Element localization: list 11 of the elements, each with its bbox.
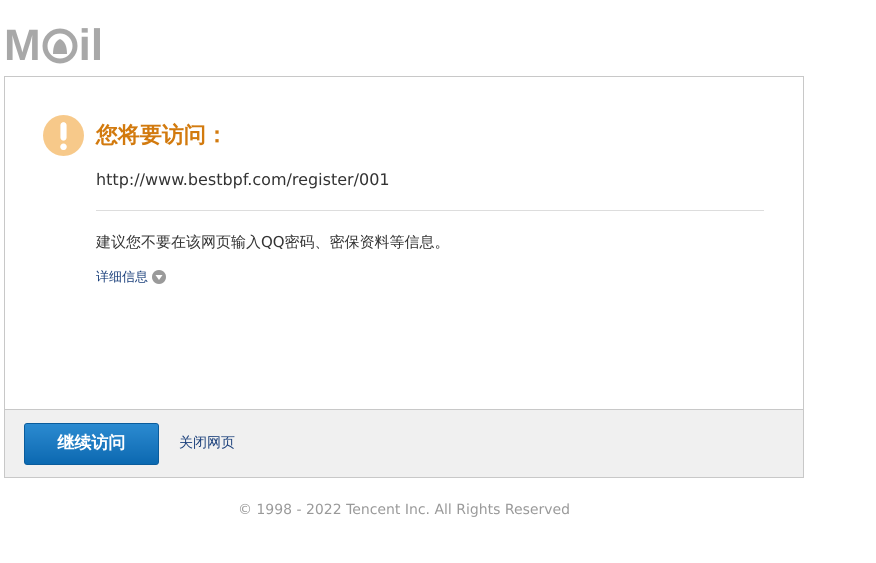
warning-title: 您将要访问：: [96, 122, 228, 150]
continue-button[interactable]: 继续访问: [24, 422, 159, 464]
copyright-text: © 1998 - 2022 Tencent Inc. All Rights Reserved: [238, 501, 570, 520]
bell-icon: [42, 28, 78, 64]
advice-text: 建议您不要在该网页输入QQ密码、密保资料等信息。: [96, 232, 451, 253]
close-page-link[interactable]: 关闭网页: [179, 433, 235, 454]
caret-icon: [152, 270, 166, 284]
details-link[interactable]: 详细信息: [96, 268, 166, 287]
url-text: http://www.bestbpf.com/register/001: [96, 169, 391, 191]
warning-icon: [43, 115, 84, 156]
logo: M il: [4, 24, 104, 68]
